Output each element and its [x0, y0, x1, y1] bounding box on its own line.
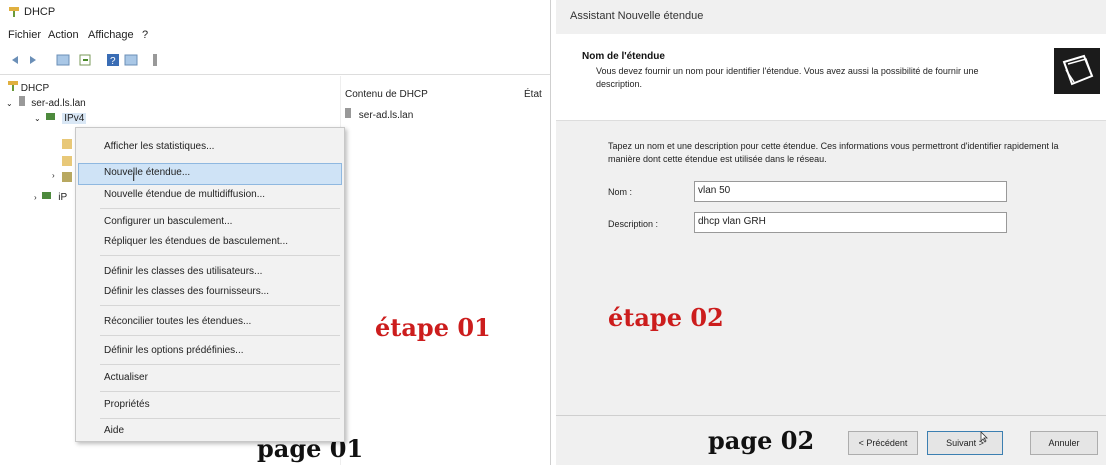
chevron-down-icon[interactable]: ⌄ [6, 99, 13, 108]
name-label: Nom : [608, 187, 633, 197]
menu-item-new-scope[interactable]: Nouvelle étendue... [104, 167, 190, 178]
tree-ipv6[interactable]: › iP [34, 190, 67, 203]
server-icon [345, 108, 351, 118]
folder-icon [62, 139, 72, 149]
previous-button[interactable]: < Précédent [848, 431, 918, 455]
next-button[interactable]: Suivant > [927, 431, 1003, 455]
menu-item-predefined-options[interactable]: Définir les options prédéfinies... [104, 345, 244, 356]
page-label-02: page 02 [708, 426, 815, 455]
content-pane: Contenu de DHCP État ser-ad.ls.lan [340, 76, 551, 465]
menu-item-help[interactable]: Aide [104, 425, 124, 436]
context-menu: Afficher les statistiques... Nouvelle ét… [75, 127, 345, 442]
menu-separator [100, 255, 340, 256]
section-description: Vous devez fournir un nom pour identifie… [596, 66, 979, 89]
menu-separator [100, 335, 340, 336]
server-icon[interactable] [148, 53, 162, 67]
menu-item-replicate-failover[interactable]: Répliquer les étendues de basculement... [104, 236, 288, 247]
menu-item-configure-failover[interactable]: Configurer un basculement... [104, 216, 232, 227]
ipv6-icon [42, 190, 52, 200]
chevron-right-icon[interactable]: › [52, 171, 55, 180]
column-header-state[interactable]: État [524, 89, 542, 100]
window-title: DHCP [24, 6, 56, 18]
server-icon [19, 96, 26, 106]
svg-text:?: ? [110, 56, 116, 67]
step-label-01: étape 01 [375, 313, 491, 342]
menu-separator [100, 418, 340, 419]
wizard-header: Nom de l'étendue Vous devez fournir un n… [556, 34, 1106, 121]
menu-item-stats[interactable]: Afficher les statistiques... [104, 141, 214, 152]
instruction-text: Tapez un nom et une description pour cet… [608, 141, 1059, 164]
menu-fichier[interactable]: Fichier [8, 29, 41, 41]
text-cursor-icon: I [132, 170, 136, 184]
filter-icon [62, 172, 72, 182]
menu-item-properties[interactable]: Propriétés [104, 399, 150, 410]
menu-item-refresh[interactable]: Actualiser [104, 372, 148, 383]
menu-item-new-multicast-scope[interactable]: Nouvelle étendue de multidiffusion... [104, 189, 265, 200]
scope-name-value: vlan 50 [698, 185, 731, 196]
export-icon[interactable] [78, 53, 92, 67]
dhcp-icon [8, 81, 18, 91]
folder-icon [62, 156, 72, 166]
toolbar: ? [0, 46, 550, 75]
wizard-book-icon [1054, 48, 1100, 94]
wizard-title: Assistant Nouvelle étendue [570, 10, 704, 22]
tree-root[interactable]: DHCP [8, 81, 49, 94]
content-row[interactable]: ser-ad.ls.lan [345, 108, 413, 121]
menu-separator [100, 305, 340, 306]
scope-description-field[interactable]: dhcp vlan GRH [694, 212, 1007, 233]
ipv4-icon [46, 111, 56, 121]
chevron-down-icon[interactable]: ⌄ [34, 114, 41, 123]
content-row-label: ser-ad.ls.lan [358, 110, 414, 121]
menu-separator [100, 364, 340, 365]
menu-action[interactable]: Action [48, 29, 79, 41]
title-bar: DHCP [0, 0, 550, 24]
tree-root-label: DHCP [20, 83, 50, 94]
dhcp-icon [8, 6, 20, 18]
menu-separator [100, 208, 340, 209]
description-label: Description : [608, 219, 659, 229]
menu-affichage[interactable]: Affichage [88, 29, 134, 41]
menu-separator [100, 391, 340, 392]
footer-divider [556, 415, 1106, 416]
menu-item-user-classes[interactable]: Définir les classes des utilisateurs... [104, 266, 262, 277]
scope-name-field[interactable]: vlan 50 [694, 181, 1007, 202]
step-label-02: étape 02 [608, 303, 724, 332]
menu-item-reconcile[interactable]: Réconcilier toutes les étendues... [104, 316, 251, 327]
tree-ipv4[interactable]: ⌄ IPv4 [34, 111, 87, 124]
section-title: Nom de l'étendue [582, 51, 665, 62]
tree-ipv6-label: iP [58, 192, 68, 203]
tree-server[interactable]: ⌄ ser-ad.ls.lan [6, 96, 86, 109]
menu-item-vendor-classes[interactable]: Définir les classes des fournisseurs... [104, 286, 269, 297]
tree-server-label: ser-ad.ls.lan [31, 98, 86, 109]
menu-help[interactable]: ? [142, 29, 148, 41]
properties-icon[interactable] [124, 53, 138, 67]
scope-description-value: dhcp vlan GRH [698, 216, 766, 227]
cancel-button[interactable]: Annuler [1030, 431, 1098, 455]
forward-icon[interactable] [26, 53, 40, 67]
back-icon[interactable] [8, 53, 22, 67]
tree-ipv4-label: IPv4 [62, 113, 87, 124]
menu-bar: Fichier Action Affichage ? [0, 24, 550, 46]
console-tree-icon[interactable] [56, 53, 70, 67]
help-icon[interactable]: ? [106, 53, 120, 67]
new-scope-wizard: Assistant Nouvelle étendue Nom de l'éten… [556, 0, 1106, 465]
mouse-pointer-icon [980, 430, 990, 443]
column-header-name[interactable]: Contenu de DHCP [345, 89, 428, 100]
chevron-right-icon[interactable]: › [34, 193, 37, 202]
